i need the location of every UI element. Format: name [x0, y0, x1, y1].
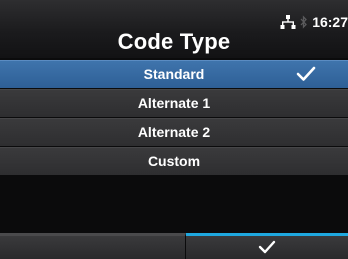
list-item-label: Alternate 1 — [137, 95, 211, 111]
header-bar: 16:27 Code Type — [0, 0, 348, 58]
checkmark-icon — [258, 240, 276, 259]
selected-checkmark-icon — [296, 66, 316, 87]
printer-display: 16:27 Code Type Standard Alternate 1 Alt… — [0, 0, 348, 259]
page-title: Code Type — [117, 29, 231, 54]
list-item-custom[interactable]: Custom — [0, 147, 348, 175]
list-item-alternate-2[interactable]: Alternate 2 — [0, 118, 348, 146]
left-softkey[interactable] — [0, 233, 186, 259]
clock-time: 16:27 — [312, 14, 348, 30]
list-item-label: Custom — [147, 153, 201, 169]
code-type-list: Standard Alternate 1 Alternate 2 Custom — [0, 60, 348, 176]
bluetooth-icon — [300, 15, 308, 29]
confirm-softkey[interactable] — [186, 233, 348, 259]
softkey-bar — [0, 233, 348, 259]
list-item-standard[interactable]: Standard — [0, 60, 348, 88]
list-item-alternate-1[interactable]: Alternate 1 — [0, 89, 348, 117]
list-item-label: Alternate 2 — [137, 124, 211, 140]
wired-network-icon — [280, 15, 296, 29]
